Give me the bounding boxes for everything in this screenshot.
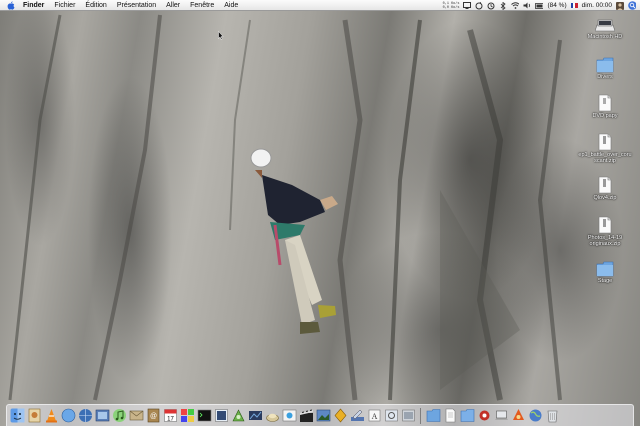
camino-icon[interactable] <box>213 408 229 424</box>
dock-separator <box>420 407 421 424</box>
menu-clock[interactable]: dim. 00:00 <box>582 2 612 9</box>
app-icon[interactable] <box>332 408 348 424</box>
finder-icon[interactable] <box>9 408 25 424</box>
desktop-item-label: Photos_14-19 originaux.zip <box>587 235 623 247</box>
desktop-item-photos-zip[interactable]: Photos_14-19 originaux.zip <box>580 216 630 247</box>
rock-climber-photo <box>8 14 562 401</box>
menu-bar: Finder Fichier Édition Présentation Alle… <box>0 0 640 11</box>
folder-icon[interactable] <box>425 408 441 424</box>
laptop-icon[interactable] <box>493 408 509 424</box>
desktop-item-dvd-papy[interactable]: DVD papy <box>580 94 630 119</box>
network-icon[interactable] <box>77 408 93 424</box>
climber-figure <box>250 148 338 334</box>
sync-icon[interactable] <box>400 408 416 424</box>
mozilla-icon[interactable] <box>510 408 526 424</box>
zip-file-icon <box>595 216 615 234</box>
volume-icon[interactable] <box>523 2 531 10</box>
preview-icon[interactable] <box>26 408 42 424</box>
airplay-display-icon[interactable] <box>463 2 472 10</box>
desktop-item-label: Qlov4.zip <box>593 195 617 201</box>
bluetooth-icon[interactable] <box>499 1 507 10</box>
dictionary-icon[interactable]: A <box>366 408 382 424</box>
folder-icon <box>595 259 615 277</box>
svg-text:A: A <box>371 412 377 421</box>
desktop-item-label: Macintosh HD <box>587 34 623 40</box>
desktop-item-divers[interactable]: Divers <box>580 55 630 80</box>
user-account-icon[interactable] <box>616 1 624 10</box>
imovie-icon[interactable] <box>281 408 297 424</box>
spotlight-icon[interactable] <box>628 1 636 10</box>
paint-icon[interactable] <box>247 408 263 424</box>
iphoto-icon[interactable] <box>94 408 110 424</box>
menu-presentation[interactable]: Présentation <box>112 0 161 11</box>
folder-icon[interactable] <box>459 408 475 424</box>
desktop-item-label: ep1_battle_over_coru scant.zip <box>578 152 632 164</box>
menu-fenetre[interactable]: Fenêtre <box>185 0 219 11</box>
mail-icon[interactable] <box>128 408 144 424</box>
trash-icon[interactable] <box>544 408 560 424</box>
address-book-icon[interactable]: @ <box>145 408 161 424</box>
network-monitor[interactable]: 0,1 Ko/s 0,0 Ko/s <box>443 2 460 10</box>
desktop-item-label: Divers <box>597 74 613 80</box>
vlc-icon[interactable] <box>43 408 59 424</box>
tool-icon[interactable] <box>349 408 365 424</box>
menu-aide[interactable]: Aide <box>219 0 243 11</box>
document-icon[interactable] <box>442 408 458 424</box>
document-icon <box>595 94 615 112</box>
mouse-cursor-icon <box>218 31 224 40</box>
archive-icon[interactable] <box>264 408 280 424</box>
net-down-rate: 0,0 Ko/s <box>442 5 460 10</box>
system-prefs-icon[interactable] <box>383 408 399 424</box>
macintosh-hd-icon <box>595 15 615 33</box>
globe-icon[interactable] <box>527 408 543 424</box>
clapper-icon[interactable] <box>298 408 314 424</box>
menu-aller[interactable]: Aller <box>161 0 185 11</box>
desktop-item-label: DVD papy <box>592 113 618 119</box>
svg-text:17: 17 <box>167 417 174 423</box>
menu-edition[interactable]: Édition <box>80 0 111 11</box>
itunes-icon[interactable] <box>111 408 127 424</box>
desktop-item-label: Stage <box>597 278 613 284</box>
wifi-icon[interactable] <box>511 2 520 10</box>
menu-fichier[interactable]: Fichier <box>49 0 80 11</box>
terminal-icon[interactable] <box>196 408 212 424</box>
safari-icon[interactable] <box>60 408 76 424</box>
zip-file-icon <box>595 133 615 151</box>
battery-percent[interactable]: (84 %) <box>547 2 566 9</box>
red-app-icon[interactable] <box>476 408 492 424</box>
svg-text:@: @ <box>149 413 156 420</box>
color-icon[interactable] <box>179 408 195 424</box>
time-machine-icon[interactable] <box>487 2 495 10</box>
menu-extras: 0,1 Ko/s 0,0 Ko/s (84 %) dim. 00:00 <box>443 0 636 11</box>
desktop-item-stage[interactable]: Stage <box>580 259 630 284</box>
battery-icon[interactable] <box>535 2 544 10</box>
photo-icon[interactable] <box>315 408 331 424</box>
dock: @ 17 A <box>6 404 634 426</box>
ical-icon[interactable]: 17 <box>162 408 178 424</box>
desktop-item-ep1-zip[interactable]: ep1_battle_over_coru scant.zip <box>578 133 632 164</box>
keyboard-layout-flag-icon[interactable] <box>570 3 578 8</box>
menu-finder[interactable]: Finder <box>18 0 49 11</box>
sync-icon[interactable] <box>475 1 483 10</box>
desktop-item-qlov4-zip[interactable]: Qlov4.zip <box>580 176 630 201</box>
zip-file-icon <box>595 176 615 194</box>
desktop-wallpaper <box>0 0 640 426</box>
desktop-item-macintosh-hd[interactable]: Macintosh HD <box>580 15 630 40</box>
folder-icon <box>595 55 615 73</box>
widget-icon[interactable] <box>230 408 246 424</box>
apple-icon[interactable] <box>4 0 18 11</box>
